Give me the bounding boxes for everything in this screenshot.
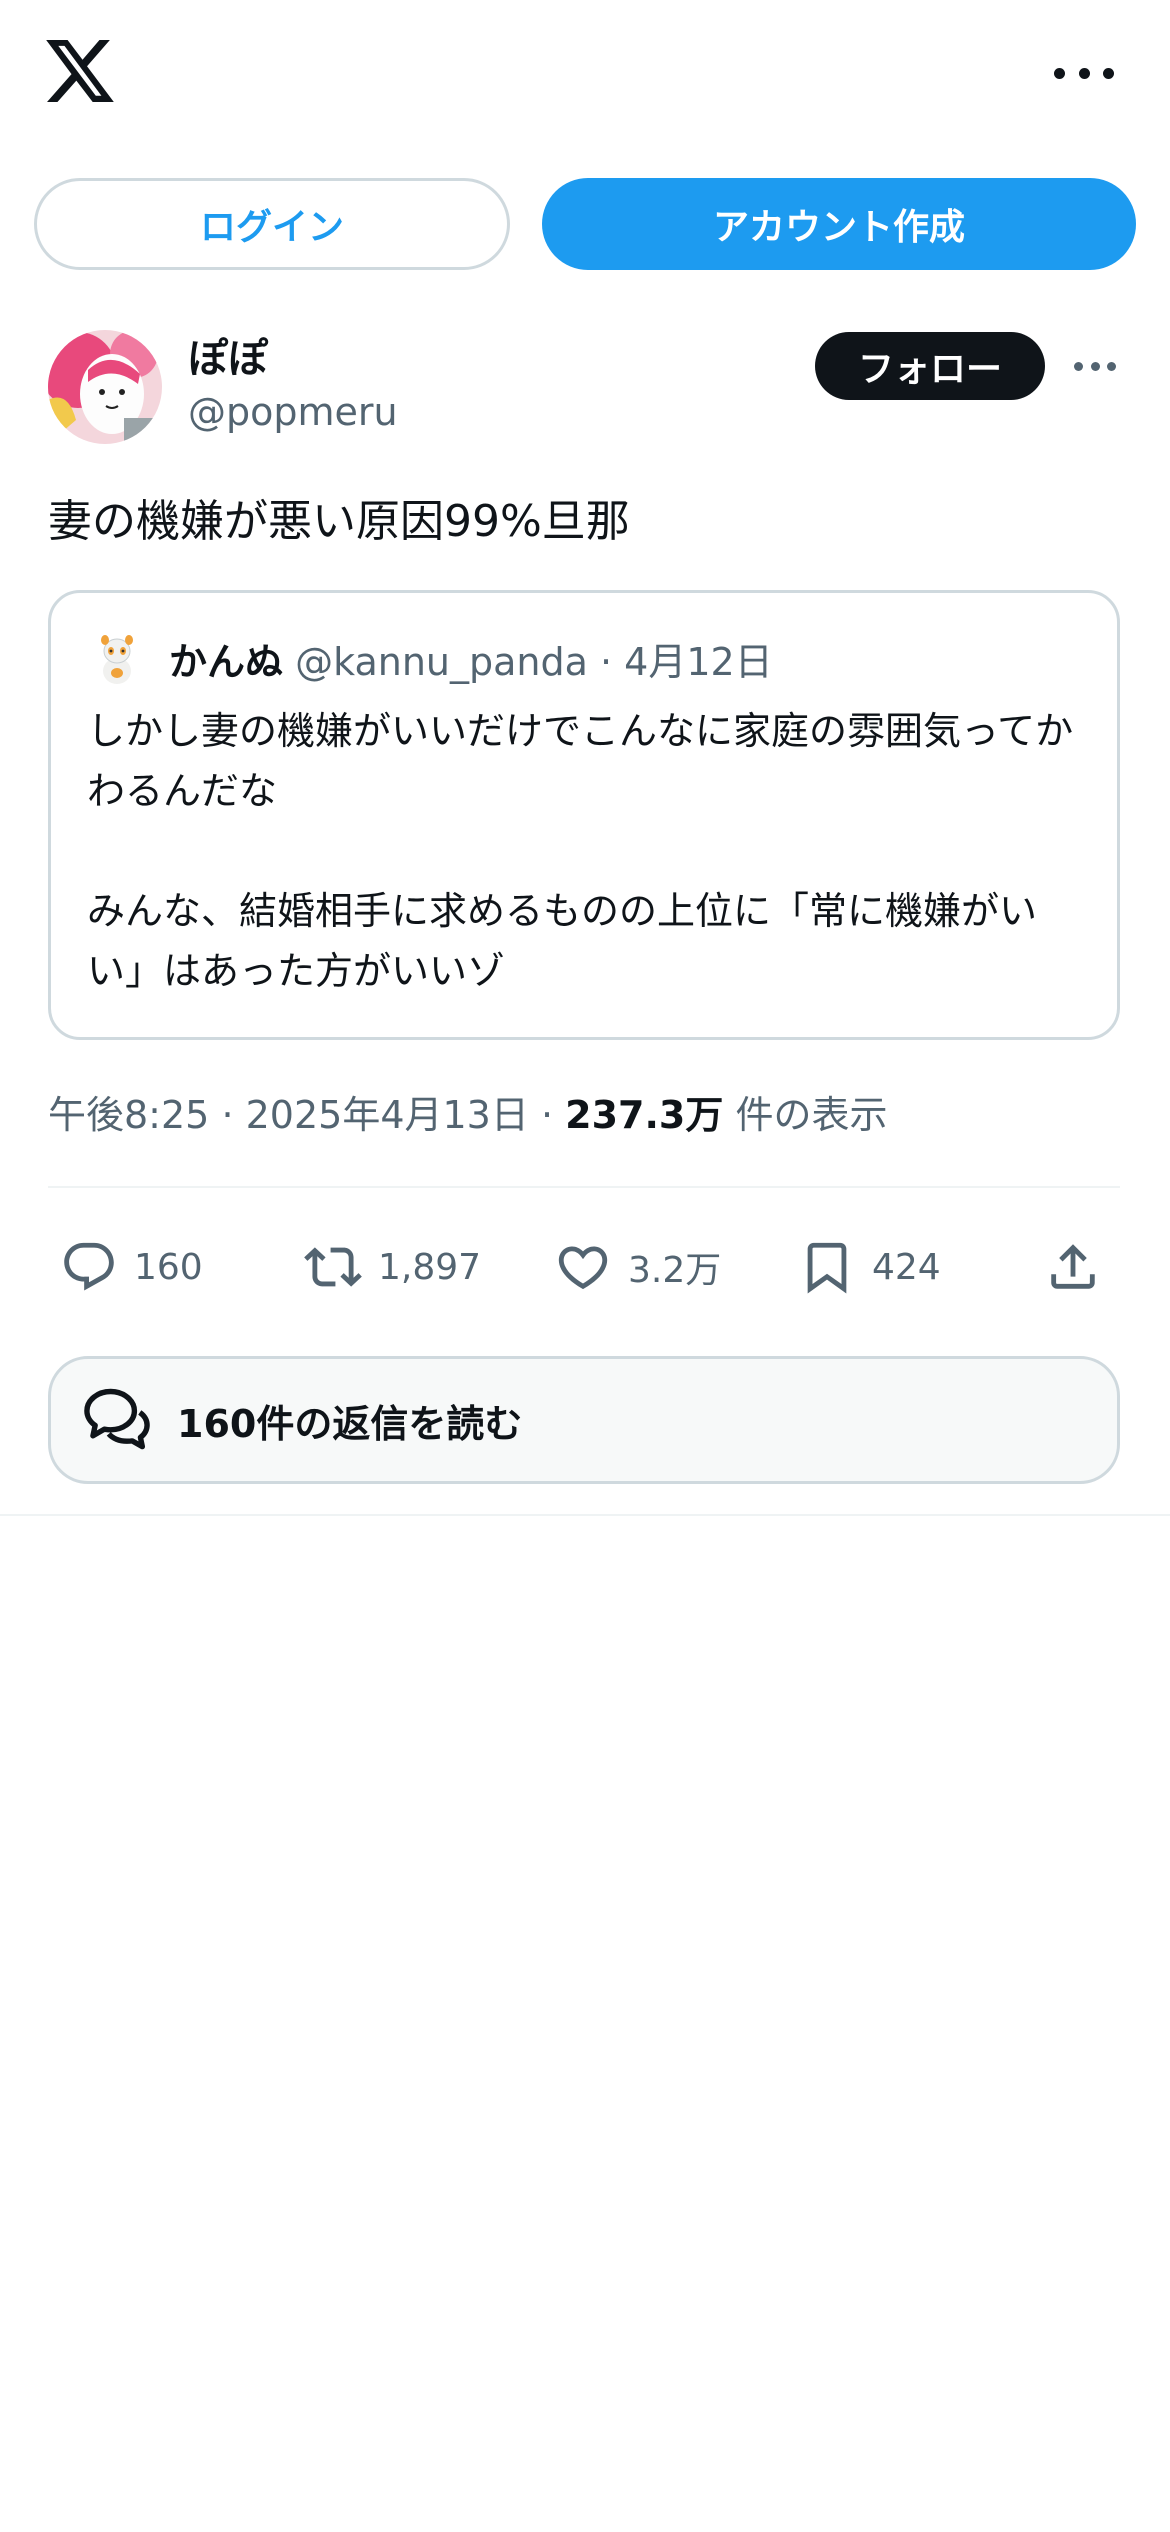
retweet-icon [304,1247,362,1287]
share-button[interactable] [1044,1222,1102,1312]
bookmark-button[interactable]: 424 [798,1222,941,1312]
meta-separator: · [540,1093,554,1137]
quoted-tweet-header: かんぬ @kannu_panda · 4月12日 [169,631,773,686]
more-horizontal-icon[interactable] [1054,58,1114,88]
tweet-meta: 午後8:25 · 2025年4月13日 · 237.3万 件の表示 [48,1084,887,1139]
reply-count: 160 [134,1246,203,1288]
author-avatar[interactable] [48,330,162,444]
quoted-tweet-text: しかし妻の機嫌がいいだけでこんなに家庭の雰囲気ってかわるんだな みんな、結婚相手… [87,701,1087,1001]
divider [48,1186,1120,1188]
tweet-more-icon[interactable] [1074,357,1116,375]
follow-button[interactable]: フォロー [815,332,1045,400]
divider [0,1514,1170,1516]
tweet-date[interactable]: 2025年4月13日 [246,1093,529,1137]
top-bar [0,0,1170,150]
views-count: 237.3万 [565,1093,724,1137]
share-upload-icon [1051,1244,1095,1289]
quoted-paragraph: みんな、結婚相手に求めるものの上位に「常に機嫌がいい」はあった方がいいゾ [87,889,1038,993]
read-replies-label: 160件の返信を読む [177,1401,523,1446]
meta-separator: · [221,1093,234,1137]
bookmark-count: 424 [872,1246,941,1288]
reply-bubble-icon [64,1242,114,1291]
quoted-handle: @kannu_panda [295,640,588,684]
chat-bubbles-icon [84,1388,150,1450]
like-count: 3.2万 [628,1250,722,1291]
quoted-display-name: かんぬ [169,640,284,684]
quoted-date: 4月12日 [624,640,773,684]
tweet-page: ログイン アカウント作成 ぽぽ @popmeru フォロー 妻の機嫌が悪い原因9… [0,0,1170,2532]
author-display-name[interactable]: ぽぽ [188,326,268,384]
create-account-button[interactable]: アカウント作成 [542,178,1136,270]
read-replies-button[interactable]: 160件の返信を読む [48,1356,1120,1484]
tweet-text: 妻の機嫌が悪い原因99%旦那 [48,496,630,547]
retweet-button[interactable]: 1,897 [304,1222,481,1312]
author-handle[interactable]: @popmeru [188,390,398,434]
tweet-actions: 160 1,897 3.2万 424 [0,1222,1170,1312]
quoted-author-avatar [87,629,145,687]
like-button[interactable]: 3.2万 [554,1222,721,1312]
tweet-time[interactable]: 午後8:25 [48,1093,209,1137]
quoted-tweet-card[interactable]: かんぬ @kannu_panda · 4月12日 しかし妻の機嫌がいいだけでこん… [48,590,1120,1040]
login-button[interactable]: ログイン [34,178,510,270]
retweet-count: 1,897 [378,1246,482,1288]
bookmark-icon [807,1242,847,1294]
views-label: 件の表示 [735,1093,888,1137]
reply-button[interactable]: 160 [60,1222,203,1312]
quoted-paragraph: しかし妻の機嫌がいいだけでこんなに家庭の雰囲気ってかわるんだな [87,709,1074,813]
quoted-separator: · [599,640,613,684]
x-logo-icon[interactable] [46,40,114,102]
heart-icon [558,1246,608,1290]
